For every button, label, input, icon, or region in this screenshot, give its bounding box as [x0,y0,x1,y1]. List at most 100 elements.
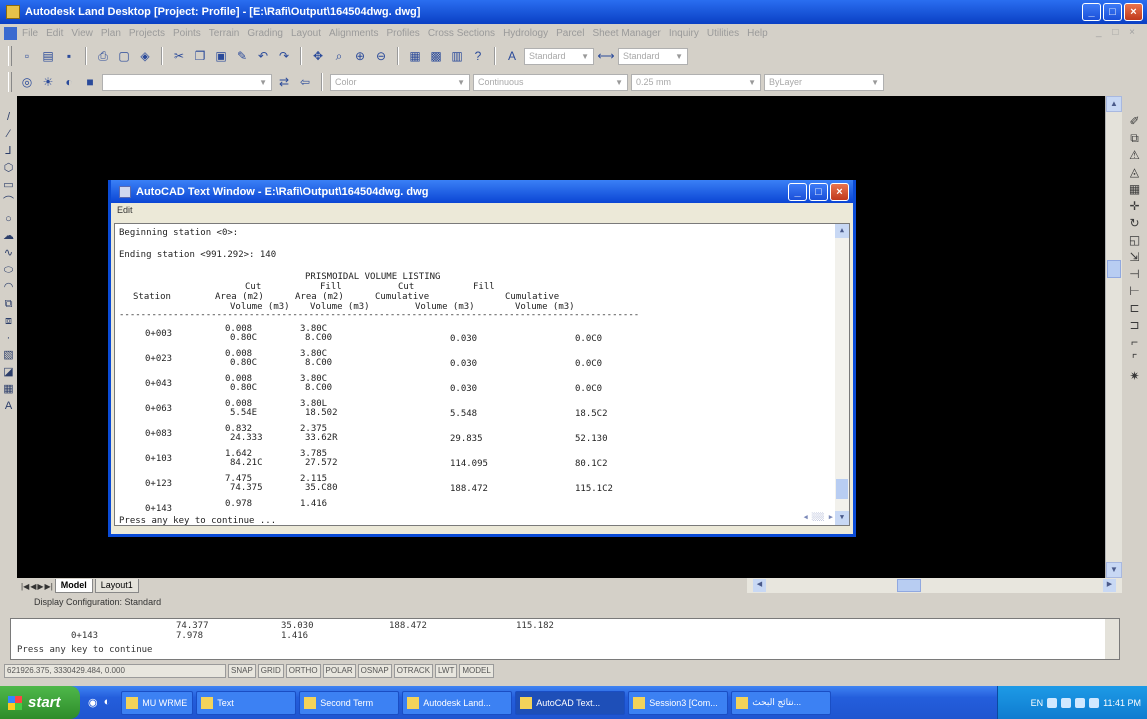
task-button-session3[interactable]: Session3 [Com... [628,690,729,715]
zoom-window-icon[interactable]: ⊕ [351,47,369,65]
text-window-minimize-button[interactable]: _ [788,183,807,201]
tray-app-icon[interactable] [1089,697,1100,708]
point-icon[interactable]: · [7,331,11,345]
lineweight-combo[interactable]: 0.25 mm ▼ [631,73,761,91]
snap-toggle[interactable]: SNAP [228,664,256,678]
tab-navigation[interactable]: |◀ ◀ ▶ ▶| [17,582,53,591]
task-button-arabic-search[interactable]: نتائج البحث... [731,690,832,715]
revision-cloud-icon[interactable]: ☁ [3,229,14,243]
erase-icon[interactable]: ✐ [1129,114,1139,128]
tab-layout1[interactable]: Layout1 [94,579,139,593]
task-button-mu-wrme[interactable]: MU WRME [121,690,194,715]
tray-volume-icon[interactable] [1061,697,1072,708]
line-icon[interactable]: / [7,110,10,124]
layer-lock-icon[interactable]: ◐ [60,73,78,91]
media-icon[interactable]: ◐ [104,696,111,709]
copy-icon[interactable]: ❐ [191,47,209,65]
tray-security-icon[interactable] [1075,697,1086,708]
document-window-controls[interactable]: _ □ × [1096,27,1139,38]
text-window-horizontal-scroll[interactable]: ◀ ░░░ ▶ [753,513,833,523]
task-button-text[interactable]: Text [196,690,297,715]
linetype-combo[interactable]: Continuous ▼ [473,73,628,91]
trim-icon[interactable]: ⊣ [1129,267,1139,281]
dim-style-combo[interactable]: Standard ▼ [618,47,688,65]
text-window-menu-edit[interactable]: Edit [111,203,853,220]
rotate-icon[interactable]: ↻ [1129,216,1139,230]
table-icon[interactable]: ▦ [3,382,13,396]
scroll-up-icon[interactable]: ▲ [835,224,849,238]
menu-view[interactable]: View [71,28,93,39]
properties-icon[interactable]: ▦ [406,47,424,65]
menu-parcel[interactable]: Parcel [556,28,584,39]
task-button-second-term[interactable]: Second Term [299,690,400,715]
display-configuration-selector[interactable]: Display Configuration: Standard [34,597,161,612]
menu-inquiry[interactable]: Inquiry [669,28,699,39]
pan-icon[interactable]: ✥ [309,47,327,65]
menu-alignments[interactable]: Alignments [329,28,378,39]
fillet-icon[interactable]: ⌜ [1132,352,1138,366]
circle-icon[interactable]: ○ [5,212,12,226]
text-window-vertical-scrollbar[interactable]: ▲ ▼ [835,224,849,525]
maximize-button[interactable]: □ [1103,3,1122,21]
construction-line-icon[interactable]: ⁄ [8,127,10,141]
preview-icon[interactable]: ▢ [115,47,133,65]
menu-utilities[interactable]: Utilities [707,28,739,39]
plotstyle-combo[interactable]: ByLayer ▼ [764,73,884,91]
tab-last-icon[interactable]: ▶| [45,582,53,591]
match-properties-icon[interactable]: ✎ [233,47,251,65]
layer-color-icon[interactable]: ■ [81,73,99,91]
menu-terrain[interactable]: Terrain [209,28,240,39]
multiline-text-icon[interactable]: A [5,399,12,413]
explode-icon[interactable]: ✷ [1129,369,1139,383]
open-icon[interactable]: ▤ [39,47,57,65]
menu-cross-sections[interactable]: Cross Sections [428,28,495,39]
make-block-icon[interactable]: ⧈ [5,314,12,328]
menu-file[interactable]: File [22,28,38,39]
menu-points[interactable]: Points [173,28,201,39]
toolbar-grip[interactable] [8,72,12,92]
tool-palettes-icon[interactable]: ▥ [448,47,466,65]
browser-icon[interactable]: ◉ [88,696,98,709]
layer-previous-icon[interactable]: ⇦ [296,73,314,91]
dim-style-icon[interactable]: ⟷ [597,47,615,65]
tab-model[interactable]: Model [54,579,93,593]
undo-icon[interactable]: ↶ [254,47,272,65]
stretch-icon[interactable]: ⇲ [1129,250,1139,264]
command-line-scrollbar[interactable] [1105,619,1119,659]
print-icon[interactable]: ⎙ [94,47,112,65]
drawing-vertical-scrollbar[interactable]: ▲ ▼ [1105,96,1122,578]
break-icon[interactable]: ⊏ [1129,301,1139,315]
scroll-down-icon[interactable]: ▼ [1106,562,1122,578]
tab-prev-icon[interactable]: ◀ [30,582,36,591]
array-icon[interactable]: ▦ [1129,182,1140,196]
zoom-realtime-icon[interactable]: ⌕ [330,47,348,65]
language-indicator[interactable]: EN [1031,698,1044,708]
text-window-maximize-button[interactable]: □ [809,183,828,201]
layer-state-icon[interactable]: ☀ [39,73,57,91]
osnap-toggle[interactable]: OSNAP [357,664,392,678]
publish-icon[interactable]: ◈ [136,47,154,65]
rectangle-icon[interactable]: ▭ [3,178,13,192]
copy-object-icon[interactable]: ⧉ [1130,131,1139,145]
menu-plan[interactable]: Plan [101,28,121,39]
offset-icon[interactable]: ◬ [1130,165,1139,179]
cut-icon[interactable]: ✂ [170,47,188,65]
clock[interactable]: 11:41 PM [1103,698,1141,708]
menu-hydrology[interactable]: Hydrology [503,28,548,39]
command-line-history[interactable]: 74.377 35.030 188.472 115.182 0+143 7.97… [10,618,1120,660]
polygon-icon[interactable]: ⬡ [4,161,14,175]
hatch-icon[interactable]: ▧ [3,348,13,362]
scroll-left-icon[interactable]: ◀ [753,579,766,592]
grid-toggle[interactable]: GRID [257,664,284,678]
lwt-toggle[interactable]: LWT [435,664,458,678]
task-button-autodesk-land[interactable]: Autodesk Land... [402,690,513,715]
redo-icon[interactable]: ↷ [275,47,293,65]
scroll-thumb[interactable] [836,479,848,499]
paste-icon[interactable]: ▣ [212,47,230,65]
join-icon[interactable]: ⊐ [1129,318,1139,332]
close-button[interactable]: × [1124,3,1143,21]
main-title-bar[interactable]: Autodesk Land Desktop [Project: Profile]… [0,0,1147,24]
hscroll-thumb[interactable] [897,579,921,592]
design-center-icon[interactable]: ▩ [427,47,445,65]
spline-icon[interactable]: ∿ [4,246,13,260]
